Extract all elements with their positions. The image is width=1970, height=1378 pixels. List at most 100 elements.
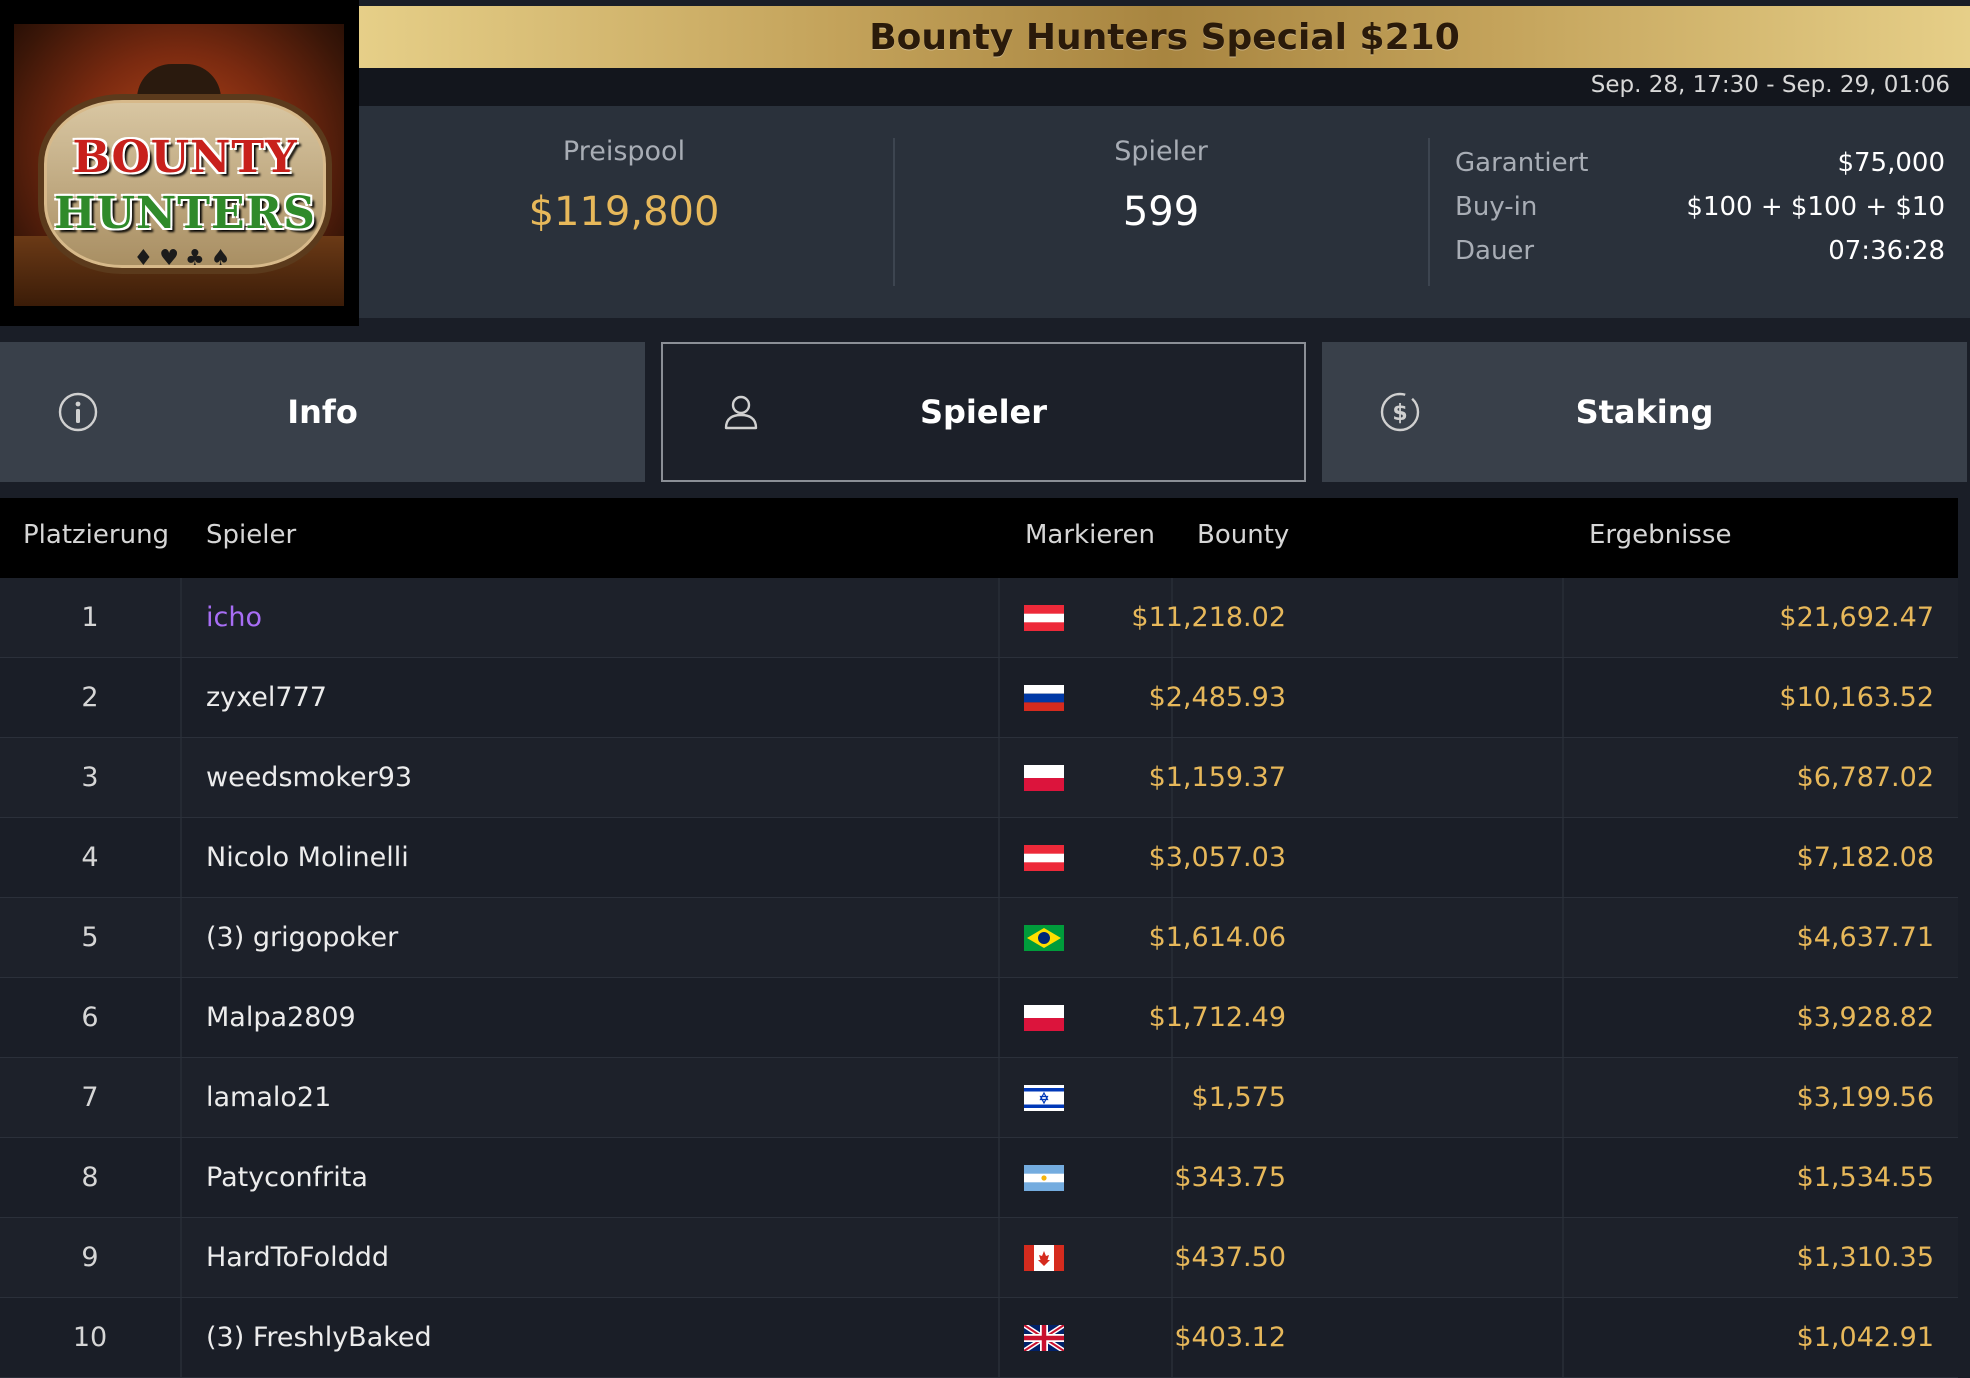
flag-canada-icon	[1024, 1245, 1064, 1271]
player-name[interactable]: HardToFolddd	[206, 1218, 389, 1297]
flag-russia-icon	[1024, 685, 1064, 711]
logo-text-hunters: HUNTERS	[54, 188, 316, 239]
bounty-cell: $403.12	[1174, 1322, 1286, 1353]
header-bounty[interactable]: Bounty	[1197, 520, 1289, 550]
rank-cell: 10	[72, 1322, 108, 1353]
title-bar: Bounty Hunters Special $210	[359, 6, 1970, 68]
info-value: 07:36:28	[1828, 236, 1945, 266]
bounty-cell: $1,614.06	[1148, 922, 1286, 953]
result-cell: $7,182.08	[1796, 842, 1934, 873]
table-row[interactable]: 2 zyxel777 $2,485.93 $10,163.52	[0, 658, 1958, 738]
logo-badge: BOUNTY HUNTERS ♦♥♣♠	[38, 94, 332, 274]
table-row[interactable]: 6 Malpa2809 $1,712.49 $3,928.82	[0, 978, 1958, 1058]
bounty-cell: $11,218.02	[1131, 602, 1286, 633]
tab-staking[interactable]: $ Staking	[1322, 342, 1967, 482]
result-cell: $21,692.47	[1779, 602, 1934, 633]
column-divider	[998, 738, 1000, 817]
flag-brazil-icon	[1024, 925, 1064, 951]
column-divider	[1562, 898, 1564, 977]
prize-pool-stat: Preispool $119,800	[359, 136, 889, 235]
table-row[interactable]: 8 Patyconfrita $343.75 $1,534.55	[0, 1138, 1958, 1218]
player-name[interactable]: Malpa2809	[206, 978, 356, 1057]
rank-cell: 6	[81, 1002, 99, 1033]
column-divider	[1171, 1138, 1173, 1217]
column-divider	[998, 978, 1000, 1057]
bounty-cell: $1,159.37	[1148, 762, 1286, 793]
result-cell: $1,310.35	[1796, 1242, 1934, 1273]
rank-cell: 1	[81, 602, 99, 633]
header-player[interactable]: Spieler	[206, 520, 296, 550]
column-divider	[1562, 1298, 1564, 1377]
players-label: Spieler	[1114, 136, 1208, 167]
player-name[interactable]: zyxel777	[206, 658, 327, 737]
table-row[interactable]: 10 (3) FreshlyBaked $403.12 $1,042.91	[0, 1298, 1958, 1378]
column-divider	[998, 658, 1000, 737]
column-divider	[1171, 1058, 1173, 1137]
flag-argentina-icon	[1024, 1165, 1064, 1191]
stats-panel: Preispool $119,800 Spieler 599 Garantier…	[359, 106, 1970, 318]
player-name[interactable]: (3) grigopoker	[206, 898, 398, 977]
column-divider	[998, 1058, 1000, 1137]
tab-info-label: Info	[287, 393, 358, 431]
info-key: Dauer	[1455, 236, 1535, 266]
header-flag[interactable]: Markieren	[1025, 520, 1155, 550]
flag-israel-icon	[1024, 1085, 1064, 1111]
header-results[interactable]: Ergebnisse	[1589, 520, 1731, 550]
tournament-info-list: Garantiert $75,000 Buy-in $100 + $100 + …	[1455, 148, 1945, 280]
player-name[interactable]: icho	[206, 578, 262, 657]
player-name[interactable]: Patyconfrita	[206, 1138, 368, 1217]
column-divider	[998, 1298, 1000, 1377]
player-name[interactable]: Nicolo Molinelli	[206, 818, 409, 897]
result-cell: $3,199.56	[1796, 1082, 1934, 1113]
stats-divider	[893, 138, 895, 286]
header-rank[interactable]: Platzierung	[23, 520, 169, 550]
result-cell: $4,637.71	[1796, 922, 1934, 953]
column-divider	[1562, 1218, 1564, 1297]
column-divider	[998, 1218, 1000, 1297]
tab-players[interactable]: Spieler	[661, 342, 1306, 482]
table-row[interactable]: 5 (3) grigopoker $1,614.06 $4,637.71	[0, 898, 1958, 978]
logo-artwork: BOUNTY HUNTERS ♦♥♣♠	[14, 24, 344, 306]
table-row[interactable]: 7 lamalo21 $1,575 $3,199.56	[0, 1058, 1958, 1138]
prize-pool-label: Preispool	[562, 136, 686, 167]
result-cell: $3,928.82	[1796, 1002, 1934, 1033]
player-name[interactable]: (3) FreshlyBaked	[206, 1298, 432, 1377]
column-divider	[998, 818, 1000, 897]
flag-austria-icon	[1024, 845, 1064, 871]
table-row[interactable]: 9 HardToFolddd $437.50 $1,310.35	[0, 1218, 1958, 1298]
column-divider	[1562, 578, 1564, 657]
column-divider	[180, 1218, 182, 1297]
tournament-logo: BOUNTY HUNTERS ♦♥♣♠	[0, 0, 359, 326]
column-divider	[1562, 1138, 1564, 1217]
table-row[interactable]: 1 icho $11,218.02 $21,692.47	[0, 578, 1958, 658]
bounty-cell: $1,712.49	[1148, 1002, 1286, 1033]
bounty-cell: $437.50	[1174, 1242, 1286, 1273]
tab-info[interactable]: Info	[0, 342, 645, 482]
table-row[interactable]: 4 Nicolo Molinelli $3,057.03 $7,182.08	[0, 818, 1958, 898]
table-body: 1 icho $11,218.02 $21,692.47 2 zyxel777 $2,485…	[0, 578, 1958, 1378]
info-row-guaranteed: Garantiert $75,000	[1455, 148, 1945, 192]
table-row[interactable]: 3 weedsmoker93 $1,159.37 $6,787.02	[0, 738, 1958, 818]
player-name[interactable]: weedsmoker93	[206, 738, 412, 817]
players-value: 599	[1122, 189, 1200, 235]
bounty-cell: $343.75	[1174, 1162, 1286, 1193]
column-divider	[180, 738, 182, 817]
column-divider	[1562, 978, 1564, 1057]
column-divider	[1171, 1298, 1173, 1377]
logo-text-bounty: BOUNTY	[72, 132, 298, 183]
rank-cell: 8	[81, 1162, 99, 1193]
info-row-buyin: Buy-in $100 + $100 + $10	[1455, 192, 1945, 236]
bounty-cell: $3,057.03	[1148, 842, 1286, 873]
column-divider	[180, 978, 182, 1057]
column-divider	[180, 1298, 182, 1377]
rank-cell: 7	[81, 1082, 99, 1113]
column-divider	[1562, 1058, 1564, 1137]
column-divider	[1562, 738, 1564, 817]
players-table: Platzierung Spieler Markieren Bounty Erg…	[0, 498, 1958, 1378]
player-name[interactable]: lamalo21	[206, 1058, 331, 1137]
tab-staking-label: Staking	[1575, 393, 1714, 431]
result-cell: $1,534.55	[1796, 1162, 1934, 1193]
column-divider	[180, 578, 182, 657]
column-divider	[1171, 1218, 1173, 1297]
scrollbar[interactable]	[1958, 498, 1970, 1370]
